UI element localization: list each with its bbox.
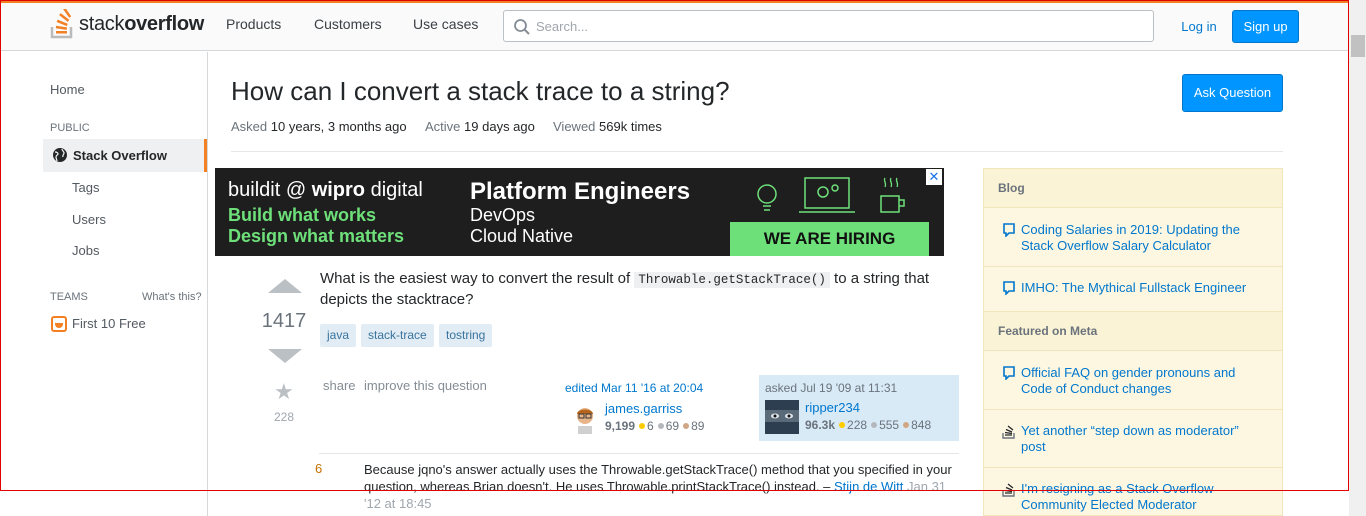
sidebar-item-tags[interactable]: Tags [72,180,99,195]
meta-item[interactable]: Official FAQ on gender pronouns and Code… [1021,365,1266,397]
bulletin-divider [984,467,1282,468]
asker-avatar[interactable] [765,400,799,434]
favorite-star-icon[interactable]: ★ [274,379,294,405]
bulletin-divider [984,409,1282,410]
sidebar-item-jobs[interactable]: Jobs [72,243,99,258]
tag-java[interactable]: java [320,324,357,347]
stack-logo-icon [1002,483,1015,497]
ad-tagline-2: Design what matters [228,226,405,246]
ask-question-button[interactable]: Ask Question [1182,74,1283,112]
login-button[interactable]: Log in [1171,11,1227,42]
divider [231,151,1283,152]
asked-meta: Asked 10 years, 3 months ago [231,119,407,134]
sidebar-active-label: Stack Overflow [73,148,167,163]
signup-button[interactable]: Sign up [1232,10,1299,43]
asked-timestamp: asked Jul 19 '09 at 11:31 [765,381,898,395]
blog-item[interactable]: IMHO: The Mythical Fullstack Engineer [1021,280,1266,296]
upvote-arrow-icon[interactable] [268,279,302,293]
downvote-arrow-icon[interactable] [268,349,302,363]
sidebar-item-first-free[interactable]: First 10 Free [72,316,146,331]
editor-name[interactable]: james.garriss [605,401,682,416]
sidebar-section-public: PUBLIC [50,122,90,134]
inline-code: Throwable.getStackTrace() [634,272,830,288]
globe-icon [53,148,67,162]
sidebar-item-users[interactable]: Users [72,212,106,227]
whats-this-link[interactable]: What's this? [142,291,202,303]
share-link[interactable]: share [323,378,356,393]
blog-heading: Blog [984,168,1282,208]
asker-name[interactable]: ripper234 [805,400,860,415]
search-box[interactable] [503,10,1154,42]
question-body: What is the easiest way to convert the r… [320,270,930,308]
ad-banner[interactable]: buildit @ wipro digital Build what works… [215,168,944,256]
comment-user[interactable]: Stijn de Witt [834,479,903,494]
sidebar-section-teams: TEAMS [50,291,88,303]
favorite-count: 228 [273,410,295,424]
scrollbar[interactable] [1349,0,1366,516]
sidebar-item-stack-overflow[interactable]: Stack Overflow [43,139,207,172]
ad-tagline-1: Build what works [228,205,377,225]
page-title[interactable]: How can I convert a stack trace to a str… [231,76,730,107]
briefcase-icon [51,316,67,332]
meta-item[interactable]: Yet another “step down as moderator” pos… [1021,423,1266,455]
active-meta: Active 19 days ago [425,119,535,134]
improve-link[interactable]: improve this question [364,378,487,393]
sidebar-item-home[interactable]: Home [50,82,85,97]
ad-sub-1: DevOps [470,205,536,225]
tag-stack-trace[interactable]: stack-trace [361,324,434,347]
stack-logo-icon [1002,425,1015,439]
stackoverflow-logo[interactable]: stackoverflow [50,9,204,39]
ad-sub-2: Cloud Native [470,226,574,246]
ad-headline: Platform Engineers [470,178,691,205]
comment-text: Because jqno's answer actually uses the … [364,462,952,511]
edited-timestamp[interactable]: edited Mar 11 '16 at 20:04 [565,381,703,395]
comment-score: 6 [315,461,323,476]
scrollbar-thumb[interactable] [1351,35,1365,57]
meta-heading: Featured on Meta [984,311,1282,351]
ad-brand: buildit @ wipro digital [228,179,423,201]
search-icon [514,19,530,35]
nav-products[interactable]: Products [226,16,281,32]
comment-divider [319,453,959,454]
logo-text: stackoverflow [79,12,205,35]
asker-reputation: 96.3k 228 555 848 [805,418,932,432]
meta-item[interactable]: I'm resigning as a Stack Overflow Commun… [1021,481,1266,513]
blog-item[interactable]: Coding Salaries in 2019: Updating the St… [1021,222,1266,254]
viewed-meta: Viewed 569k times [553,119,662,134]
left-sidebar: Home PUBLIC Stack Overflow Tags Users Jo… [0,52,208,516]
editor-reputation: 9,199 6 69 89 [605,419,705,433]
bulletin-divider [984,266,1282,267]
ad-illustration-icon [757,177,905,213]
nav-use-cases[interactable]: Use cases [413,16,478,32]
speech-bubble-icon [1003,281,1015,295]
vote-count: 1417 [261,310,307,332]
speech-bubble-icon [1003,366,1015,380]
tag-tostring[interactable]: tostring [439,324,493,347]
ad-close-icon[interactable]: ✕ [926,169,942,185]
search-input[interactable] [536,16,1136,36]
editor-avatar[interactable] [569,402,601,434]
stack-logo-icon [50,9,73,39]
nav-customers[interactable]: Customers [314,16,382,32]
ad-hiring-banner[interactable]: WE ARE HIRING [730,222,929,256]
speech-bubble-icon [1003,223,1015,237]
